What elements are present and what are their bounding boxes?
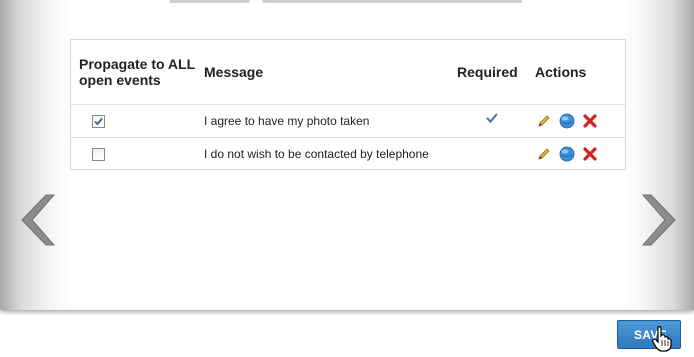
header-required: Required	[457, 40, 535, 105]
content-panel: Propagate to ALL open events Message Req…	[0, 0, 694, 310]
required-check-icon	[486, 112, 498, 126]
globe-icon[interactable]	[559, 113, 575, 129]
required-cell	[457, 104, 535, 138]
message-text: I do not wish to be contacted by telepho…	[204, 147, 429, 161]
chevron-left-icon[interactable]	[16, 193, 56, 252]
required-cell	[457, 138, 535, 171]
messages-table: Propagate to ALL open events Message Req…	[70, 39, 626, 170]
message-text: I agree to have my photo taken	[204, 104, 457, 138]
top-tab-right	[262, 0, 522, 3]
table-row: I agree to have my photo taken	[71, 104, 625, 138]
checkmark-icon	[94, 118, 103, 126]
pencil-icon[interactable]	[536, 146, 552, 162]
delete-x-icon[interactable]	[582, 113, 598, 129]
row-actions	[536, 113, 625, 129]
globe-icon[interactable]	[559, 146, 575, 162]
row-actions	[536, 146, 625, 162]
propagate-checkbox[interactable]	[92, 115, 105, 129]
hand-cursor-icon	[652, 326, 674, 357]
header-propagate: Propagate to ALL open events	[71, 40, 204, 105]
header-message: Message	[204, 40, 457, 105]
table-header-row: Propagate to ALL open events Message Req…	[71, 40, 625, 105]
pencil-icon[interactable]	[536, 113, 552, 129]
table-row: I do not wish to be contacted by telepho…	[71, 138, 625, 171]
propagate-checkbox[interactable]	[92, 148, 105, 162]
delete-x-icon[interactable]	[582, 146, 598, 162]
header-actions: Actions	[535, 40, 625, 105]
top-tab-left	[170, 0, 250, 3]
chevron-right-icon[interactable]	[641, 193, 681, 252]
